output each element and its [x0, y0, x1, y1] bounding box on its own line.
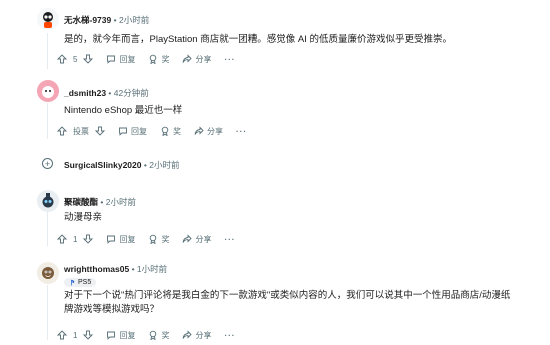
playstation-icon	[71, 279, 75, 286]
reply-label: 回复	[119, 54, 136, 64]
comment-bubble-icon	[107, 55, 116, 64]
timestamp[interactable]: 42分钟前	[114, 88, 149, 98]
flair-label: PS5	[78, 279, 92, 286]
reply-button[interactable]: 回复	[106, 330, 135, 341]
upvote-icon[interactable]	[57, 126, 67, 136]
comment-header: 无水梯-9739 • 2小时前	[64, 14, 149, 26]
comment-actions: 投票 回复 奖 分享 ···	[57, 123, 260, 139]
reply-label: 回复	[119, 330, 136, 340]
thread-line	[47, 285, 48, 340]
username[interactable]: SurgicalSlinky2020	[64, 160, 142, 170]
timestamp[interactable]: 1小时前	[137, 264, 167, 274]
avatar[interactable]	[37, 190, 59, 212]
separator: •	[100, 197, 104, 207]
expand-thread-button[interactable]: +	[42, 158, 53, 169]
reply-label: 回复	[119, 234, 136, 244]
comment-header: 聚碳酸酯 • 2小时前	[64, 196, 136, 208]
reply-button[interactable]: 回复	[106, 234, 135, 245]
comment-header: _dsmith23 • 42分钟前	[64, 87, 149, 99]
share-label: 分享	[195, 330, 212, 340]
avatar-icon	[37, 262, 59, 284]
share-label: 分享	[207, 126, 223, 136]
avatar-icon	[37, 8, 59, 30]
share-label: 分享	[195, 54, 212, 64]
award-button[interactable]: 奖	[148, 234, 169, 245]
avatar[interactable]	[37, 262, 59, 284]
vote-group: 1	[57, 330, 94, 340]
timestamp[interactable]: 2小时前	[119, 15, 149, 25]
award-button[interactable]: 奖	[148, 54, 169, 65]
award-label: 奖	[161, 54, 170, 64]
award-label: 奖	[161, 234, 170, 244]
reply-button[interactable]: 回复	[106, 54, 135, 65]
comment-header: SurgicalSlinky2020 • 2小时前	[64, 159, 179, 171]
share-icon	[194, 126, 204, 135]
award-button[interactable]: 奖	[160, 126, 181, 137]
vote-count: 1	[73, 330, 78, 340]
username[interactable]: _dsmith23	[64, 88, 106, 98]
comment-bubble-icon	[107, 235, 116, 244]
avatar-icon	[37, 80, 59, 102]
upvote-icon[interactable]	[57, 234, 67, 244]
separator: •	[113, 15, 117, 25]
upvote-icon[interactable]	[57, 54, 67, 64]
share-label: 分享	[195, 234, 212, 244]
award-icon	[150, 54, 157, 64]
avatar[interactable]	[37, 8, 59, 30]
thread-line	[47, 33, 48, 69]
separator: •	[108, 88, 112, 98]
vote-label: 投票	[73, 126, 89, 136]
share-icon	[183, 234, 193, 243]
downvote-icon[interactable]	[95, 126, 105, 136]
reply-button[interactable]: 回复	[118, 126, 147, 137]
timestamp[interactable]: 2小时前	[149, 160, 179, 170]
share-icon	[183, 330, 193, 339]
comment-bubble-icon	[107, 331, 116, 340]
upvote-icon[interactable]	[57, 330, 67, 340]
avatar-icon	[37, 190, 59, 212]
vote-group: 投票	[57, 126, 105, 137]
award-button[interactable]: 奖	[148, 330, 169, 341]
separator: •	[143, 160, 147, 170]
comment-bubble-icon	[119, 127, 127, 136]
more-options-button[interactable]: ···	[236, 127, 247, 136]
downvote-icon[interactable]	[83, 330, 94, 340]
more-options-button[interactable]: ···	[224, 331, 235, 340]
comment-text: 对于下一个说"热门评论将是我白金的下一款游戏"或类似内容的人，我们可以说其中一个…	[64, 290, 511, 315]
comment-text: 是的，就今年而言，PlayStation 商店就一团糟。感觉像 AI 的低质量廉…	[64, 34, 452, 45]
username[interactable]: 无水梯-9739	[64, 15, 111, 25]
comment-actions: 5 回复 奖 分享 ···	[57, 51, 248, 67]
award-label: 奖	[161, 330, 170, 340]
username[interactable]: 聚碳酸酯	[64, 197, 98, 207]
thread-line	[47, 103, 48, 139]
share-button[interactable]: 分享	[182, 234, 211, 245]
vote-count: 5	[73, 54, 78, 64]
vote-count: 1	[73, 234, 78, 244]
downvote-icon[interactable]	[83, 234, 94, 244]
vote-group: 1	[57, 234, 94, 244]
user-flair: PS5	[64, 278, 97, 287]
downvote-icon[interactable]	[83, 54, 94, 64]
comment-actions: 1 回复 奖 分享 ···	[57, 231, 248, 247]
award-icon	[161, 126, 169, 136]
avatar[interactable]	[37, 80, 59, 102]
timestamp[interactable]: 2小时前	[106, 197, 136, 207]
comment-actions: 1 回复 奖 分享 ···	[57, 327, 248, 343]
share-button[interactable]: 分享	[194, 126, 223, 137]
comment-text: Nintendo eShop 最近也一样	[64, 105, 183, 116]
share-button[interactable]: 分享	[182, 330, 211, 341]
separator: •	[131, 264, 135, 274]
share-button[interactable]: 分享	[182, 54, 211, 65]
vote-group: 5	[57, 54, 94, 64]
thread-line	[47, 206, 48, 246]
award-label: 奖	[173, 126, 181, 136]
more-options-button[interactable]: ···	[224, 235, 235, 244]
award-icon	[150, 330, 157, 340]
reply-label: 回复	[131, 126, 147, 136]
share-icon	[183, 54, 193, 63]
more-options-button[interactable]: ···	[224, 55, 235, 64]
comment-text: 动漫母亲	[64, 212, 103, 223]
award-icon	[150, 234, 157, 244]
